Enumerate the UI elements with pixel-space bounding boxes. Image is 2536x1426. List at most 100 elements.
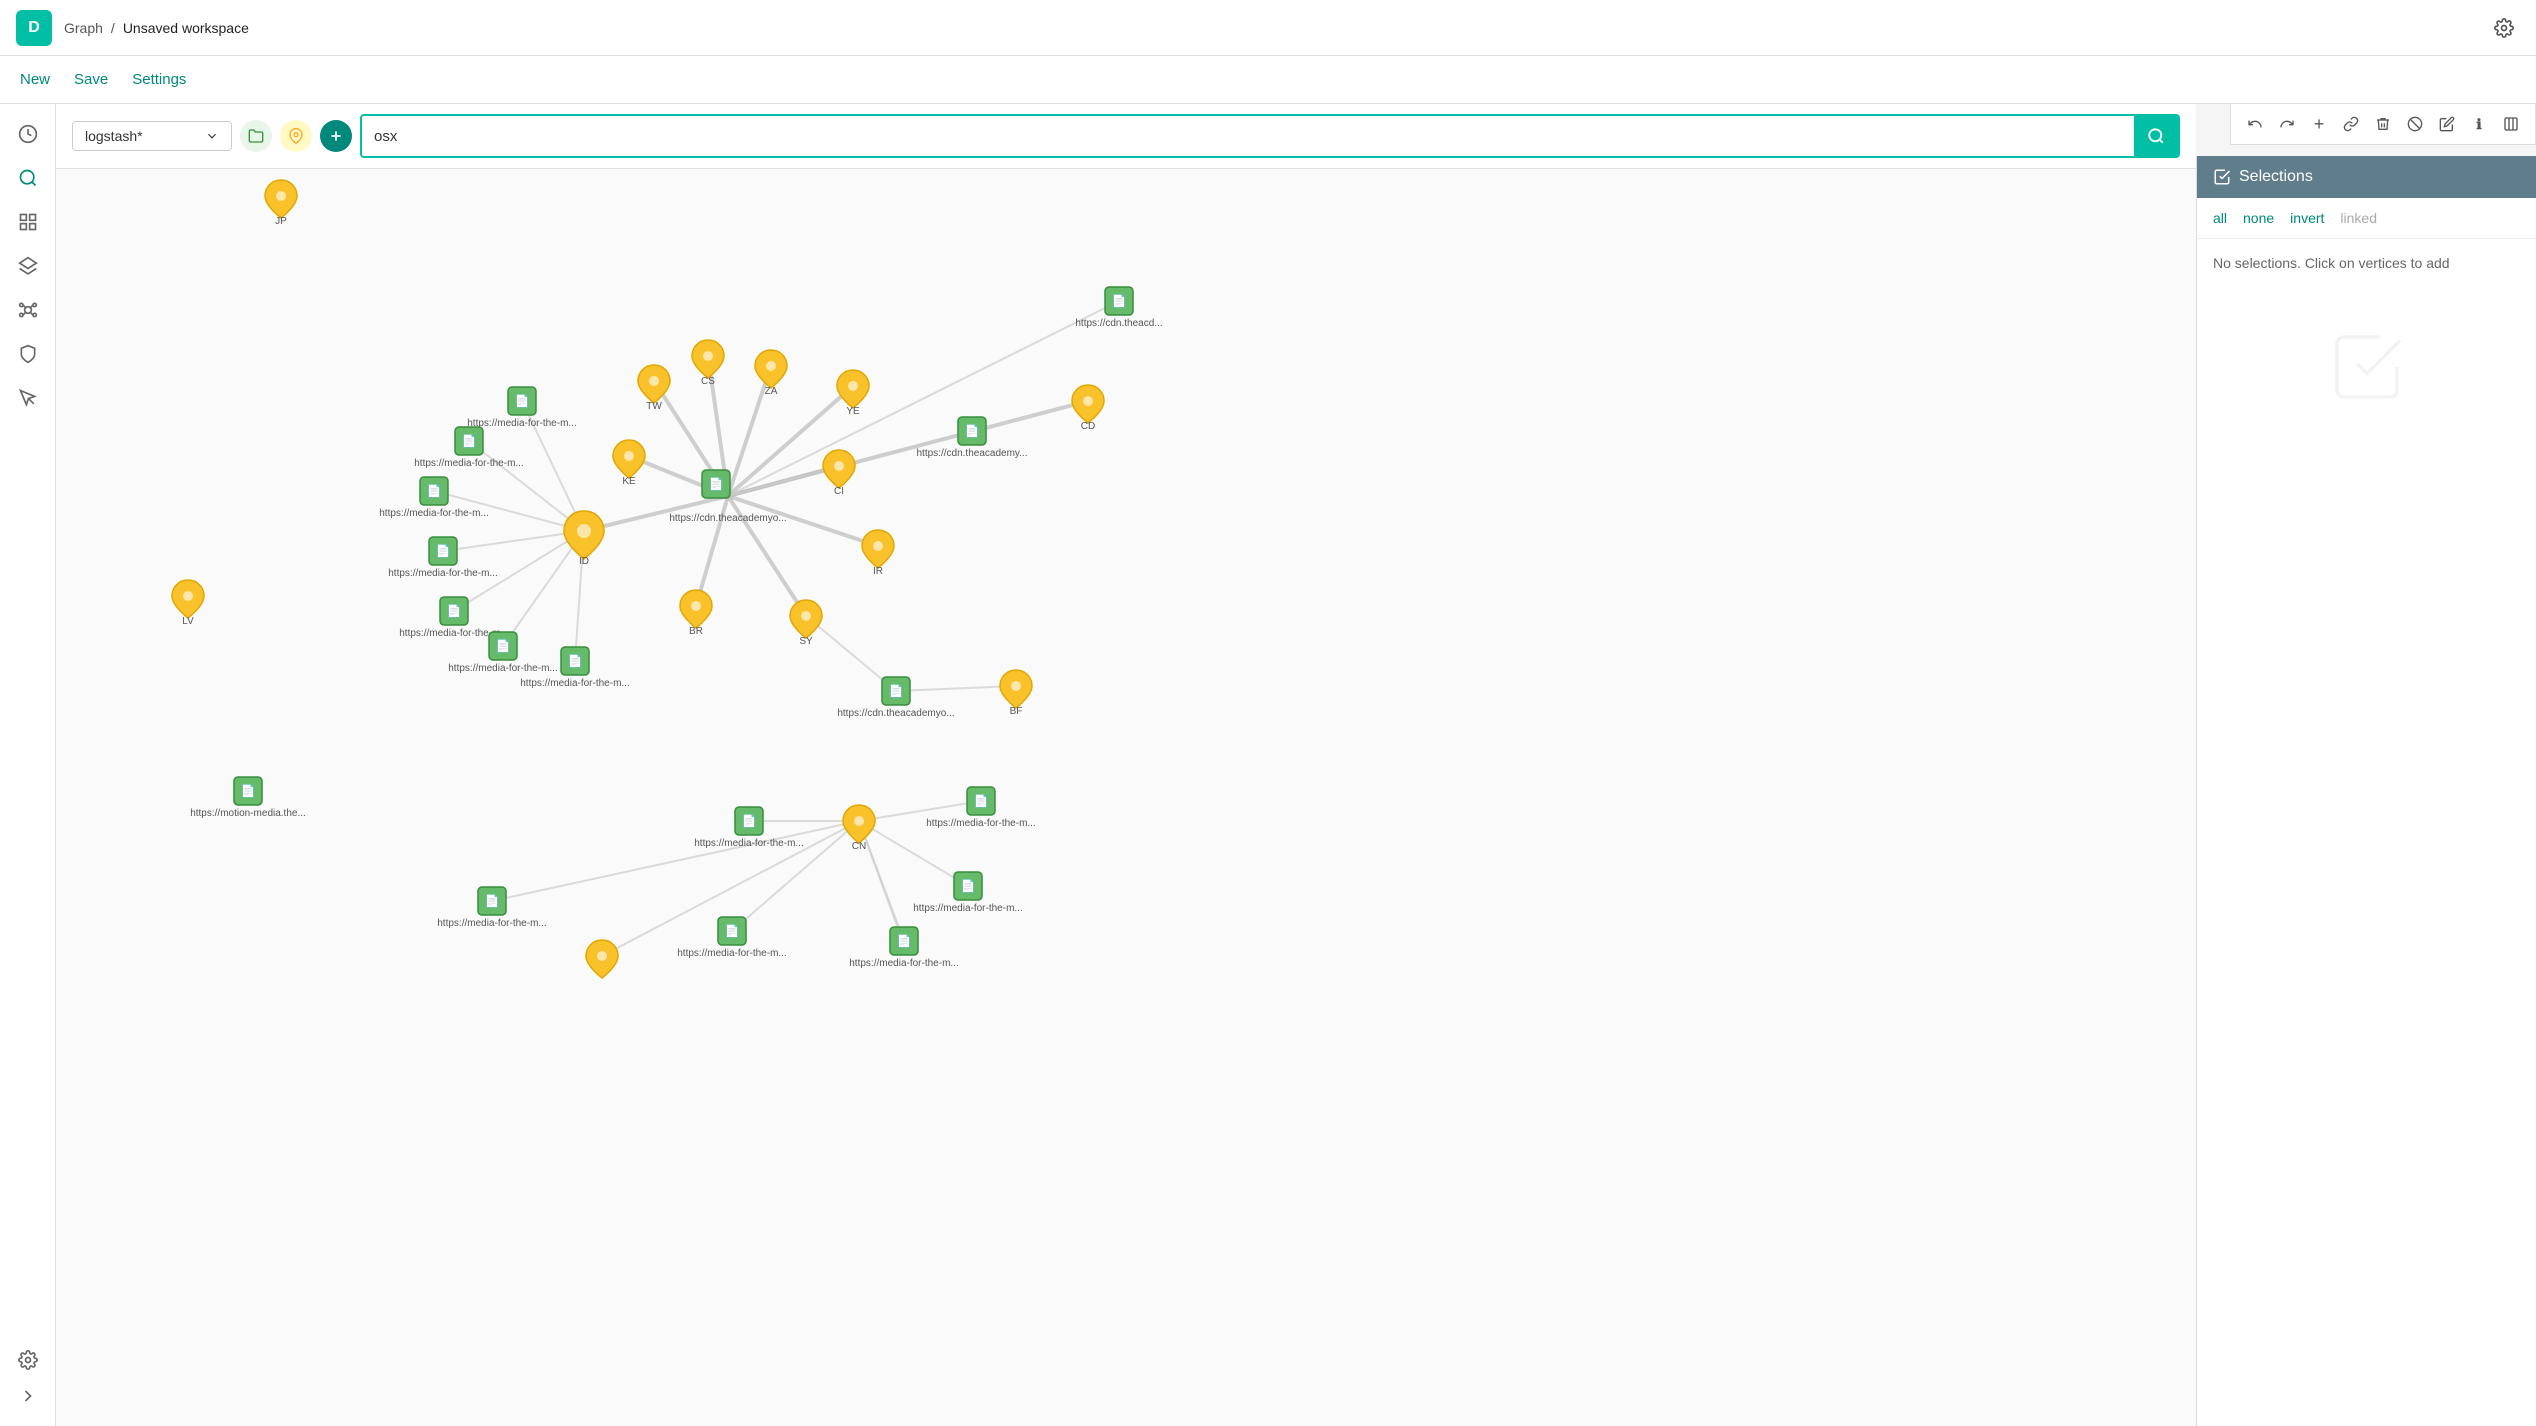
topbar-right xyxy=(2488,12,2520,44)
node-file5[interactable]: 📄 xyxy=(440,597,468,625)
svg-text:📄: 📄 xyxy=(725,924,740,938)
node-label-file4: https://media-for-the-m... xyxy=(388,568,497,579)
node-label-file2: https://media-for-the-m... xyxy=(414,458,523,469)
node-label-CS: CS xyxy=(701,376,715,387)
block-button[interactable] xyxy=(2401,110,2429,138)
node-file11[interactable]: 📄 xyxy=(234,777,262,805)
node-CN[interactable] xyxy=(843,805,875,843)
pin-button[interactable] xyxy=(280,120,312,152)
node-LV[interactable] xyxy=(172,580,204,618)
menu-bar: New Save Settings xyxy=(0,56,2536,104)
add-node-button[interactable] xyxy=(320,120,352,152)
redo-button[interactable] xyxy=(2273,110,2301,138)
node-label-BF: BF xyxy=(1010,706,1023,717)
info-button[interactable]: ℹ xyxy=(2465,110,2493,138)
node-file17[interactable]: 📄 xyxy=(890,927,918,955)
svg-text:📄: 📄 xyxy=(436,544,451,558)
svg-text:📄: 📄 xyxy=(897,934,912,948)
node-YE[interactable] xyxy=(837,370,869,408)
node-file-hub[interactable]: 📄 xyxy=(702,470,730,498)
node-label-IR: IR xyxy=(873,566,883,577)
node-file2[interactable]: 📄 xyxy=(455,427,483,455)
node-label-file1: https://media-for-the-m... xyxy=(467,418,576,429)
svg-text:📄: 📄 xyxy=(241,784,256,798)
svg-text:📄: 📄 xyxy=(427,484,442,498)
undo-button[interactable] xyxy=(2241,110,2269,138)
sidebar-item-settings[interactable] xyxy=(10,1342,46,1378)
node-bottom-yellow[interactable] xyxy=(586,940,618,978)
node-label-file15: https://media-for-the-m... xyxy=(437,918,546,929)
node-file6[interactable]: 📄 xyxy=(489,632,517,660)
node-file15[interactable]: 📄 xyxy=(478,887,506,915)
node-file8[interactable]: 📄 xyxy=(958,417,986,445)
search-input[interactable] xyxy=(362,120,2134,153)
node-BR[interactable] xyxy=(680,590,712,628)
svg-text:📄: 📄 xyxy=(462,434,477,448)
sidebar-item-nodes[interactable] xyxy=(10,292,46,328)
node-file10[interactable]: 📄 xyxy=(882,677,910,705)
index-selector[interactable]: logstash* xyxy=(72,121,232,151)
node-file14[interactable]: 📄 xyxy=(954,872,982,900)
add-button[interactable]: + xyxy=(2305,110,2333,138)
topbar-settings-button[interactable] xyxy=(2488,12,2520,44)
node-file7[interactable]: 📄 xyxy=(561,647,589,675)
node-CI[interactable] xyxy=(823,450,855,488)
toolbar-strip: + ℹ xyxy=(2230,104,2536,145)
sidebar-item-layers[interactable] xyxy=(10,248,46,284)
main-area: logstash* xyxy=(0,104,2536,1426)
sidebar-item-explore[interactable] xyxy=(10,380,46,416)
search-bar: logstash* xyxy=(56,104,2196,169)
sidebar-item-search[interactable] xyxy=(10,160,46,196)
index-value: logstash* xyxy=(85,128,143,144)
node-file1[interactable]: 📄 xyxy=(508,387,536,415)
node-IR[interactable] xyxy=(862,530,894,568)
node-label-file8: https://cdn.theacademy... xyxy=(917,448,1028,459)
node-CS[interactable] xyxy=(692,340,724,378)
selection-all[interactable]: all xyxy=(2213,210,2227,226)
sidebar-item-graph-edit[interactable] xyxy=(10,336,46,372)
graph-canvas[interactable]: 📄 https://cdn.theacademyo... 📄 https://m… xyxy=(56,156,2196,1426)
node-file13[interactable]: 📄 xyxy=(967,787,995,815)
app-logo[interactable]: D xyxy=(16,10,52,46)
search-input-wrapper xyxy=(360,114,2180,158)
sidebar-item-dashboard[interactable] xyxy=(10,204,46,240)
search-button[interactable] xyxy=(2134,116,2178,156)
svg-text:📄: 📄 xyxy=(889,684,904,698)
node-file9[interactable]: 📄 xyxy=(1105,287,1133,315)
node-label-LV: LV xyxy=(182,616,194,627)
node-KE[interactable] xyxy=(613,440,645,478)
sidebar-item-history[interactable] xyxy=(10,116,46,152)
node-file12[interactable]: 📄 xyxy=(735,807,763,835)
link-button[interactable] xyxy=(2337,110,2365,138)
svg-text:📄: 📄 xyxy=(974,794,989,808)
breadcrumb-graph: Graph xyxy=(64,20,103,36)
menu-save[interactable]: Save xyxy=(74,71,108,88)
node-CD[interactable] xyxy=(1072,385,1104,423)
selection-invert[interactable]: invert xyxy=(2290,210,2324,226)
selection-none[interactable]: none xyxy=(2243,210,2274,226)
node-label-CI: CI xyxy=(834,486,844,497)
node-label-file17: https://media-for-the-m... xyxy=(849,958,958,969)
node-BF[interactable] xyxy=(1000,670,1032,708)
node-label-file12: https://media-for-the-m... xyxy=(694,838,803,849)
node-file3[interactable]: 📄 xyxy=(420,477,448,505)
node-file16[interactable]: 📄 xyxy=(718,917,746,945)
node-label-ZA: ZA xyxy=(765,386,778,397)
menu-settings[interactable]: Settings xyxy=(132,71,186,88)
node-label-KE: KE xyxy=(622,476,636,487)
edit-button[interactable] xyxy=(2433,110,2461,138)
columns-button[interactable] xyxy=(2497,110,2525,138)
folder-button[interactable] xyxy=(240,120,272,152)
node-ZA[interactable] xyxy=(755,350,787,388)
node-file4[interactable]: 📄 xyxy=(429,537,457,565)
node-SY[interactable] xyxy=(790,600,822,638)
node-JP[interactable] xyxy=(265,180,297,218)
breadcrumb: Graph / Unsaved workspace xyxy=(64,20,249,36)
delete-button[interactable] xyxy=(2369,110,2397,138)
svg-text:📄: 📄 xyxy=(1112,294,1127,308)
node-label-file14: https://media-for-the-m... xyxy=(913,903,1022,914)
sidebar-item-expand[interactable] xyxy=(10,1378,46,1414)
menu-new[interactable]: New xyxy=(20,71,50,88)
breadcrumb-workspace: Unsaved workspace xyxy=(123,20,249,36)
selections-panel: Selections all none invert linked No sel… xyxy=(2196,156,2536,1426)
